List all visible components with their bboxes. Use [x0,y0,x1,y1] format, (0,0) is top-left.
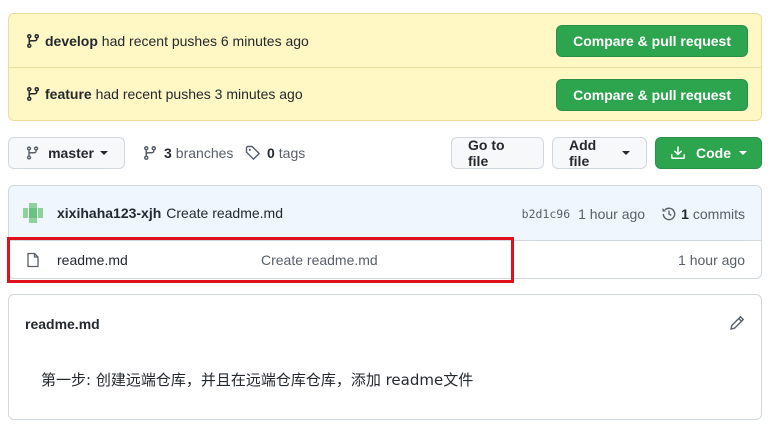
commit-message[interactable]: Create readme.md [166,205,283,221]
git-branch-icon [143,146,156,161]
tag-icon [245,145,261,161]
recent-pushes-banner: develop had recent pushes 6 minutes ago … [8,13,762,121]
chevron-down-icon [739,151,747,155]
chevron-down-icon [622,151,630,155]
repo-toolbar: master 3 branches 0 tags Go to file Add … [8,137,762,169]
branch-name[interactable]: feature [45,86,92,102]
readme-title[interactable]: readme.md [25,316,100,332]
recent-push-row-develop: develop had recent pushes 6 minutes ago … [9,14,761,67]
go-to-file-button[interactable]: Go to file [451,137,544,169]
branch-name[interactable]: develop [45,33,98,49]
code-button[interactable]: Code [655,137,762,169]
commit-author[interactable]: xixihaha123-xjh [57,205,161,221]
annotation-highlight-box [7,237,514,283]
branch-select-button[interactable]: master [8,137,125,169]
branches-link[interactable]: 3 branches [142,137,233,169]
commit-age: 1 hour ago [578,205,646,222]
code-label: Code [696,145,731,161]
avatar[interactable] [23,203,43,223]
readme-panel: readme.md 第一步: 创建远端仓库，并且在远端仓库仓库，添加 readm… [8,294,762,420]
branches-label: branches [175,145,234,161]
branches-count: 3 [164,145,172,161]
compare-pull-request-button[interactable]: Compare & pull request [556,25,748,57]
readme-content: 第一步: 创建远端仓库，并且在远端仓库仓库，添加 readme文件 [41,371,474,389]
commit-meta: b2d1c96 1 hour ago 1 commits [522,186,745,241]
recent-push-row-feature: feature had recent pushes 3 minutes ago … [9,67,761,120]
chevron-down-icon [100,151,108,155]
history-icon [662,207,676,220]
tags-count: 0 [267,145,275,161]
add-file-button[interactable]: Add file [552,137,647,169]
push-info: had recent pushes 6 minutes ago [101,32,309,49]
pencil-icon[interactable] [729,315,745,331]
compare-pull-request-button[interactable]: Compare & pull request [556,79,748,111]
tags-link[interactable]: 0 tags [245,137,305,169]
commits-history-link[interactable]: 1 commits [661,206,745,222]
push-info: had recent pushes 3 minutes ago [95,86,303,102]
git-branch-icon [26,33,39,48]
commits-count: 1 [681,205,689,222]
commits-label: commits [692,205,745,222]
download-icon [671,146,685,159]
tags-label: tags [278,145,306,161]
latest-commit-bar: xixihaha123-xjh Create readme.md b2d1c96… [9,186,761,241]
branch-select-label: master [48,145,94,161]
commit-sha[interactable]: b2d1c96 [522,207,570,221]
add-file-label: Add file [569,137,597,169]
git-branch-icon [26,87,39,102]
file-age: 1 hour ago [678,252,745,268]
git-branch-icon [26,146,39,160]
